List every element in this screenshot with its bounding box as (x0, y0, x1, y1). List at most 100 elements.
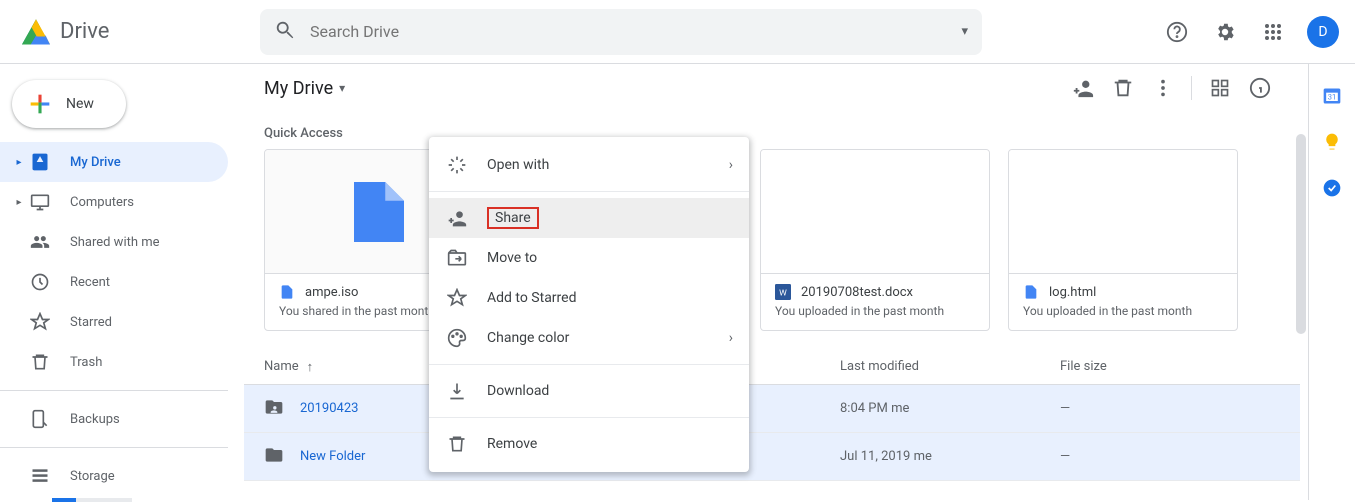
col-last-modified[interactable]: Last modified (840, 359, 1060, 374)
ctx-add-starred[interactable]: Add to Starred (429, 278, 749, 318)
more-options-icon[interactable] (1143, 68, 1183, 108)
separator (429, 364, 749, 365)
row-fs: — (1060, 449, 1280, 464)
qa-sub: You uploaded in the past month (1023, 304, 1223, 318)
delete-icon[interactable] (1103, 68, 1143, 108)
search-input[interactable] (310, 22, 961, 41)
storage-icon (28, 466, 52, 486)
header-actions: D (1127, 12, 1339, 52)
col-file-size[interactable]: File size (1060, 359, 1280, 374)
file-icon (279, 284, 295, 300)
sidebar-item-trash[interactable]: Trash (0, 342, 228, 382)
ctx-remove[interactable]: Remove (429, 424, 749, 464)
sidebar-item-backups[interactable]: Backups (0, 399, 228, 439)
shared-icon (28, 232, 52, 252)
qa-thumb (761, 150, 989, 274)
backups-icon (28, 409, 52, 429)
sidebar-item-shared[interactable]: Shared with me (0, 222, 228, 262)
header: Drive ▾ D (0, 0, 1355, 64)
expand-icon[interactable]: ▸ (10, 197, 28, 208)
ctx-download[interactable]: Download (429, 371, 749, 411)
qa-sub: You uploaded in the past month (775, 304, 975, 318)
sidebar-item-storage[interactable]: Storage (0, 456, 228, 496)
sidebar-item-starred[interactable]: Starred (0, 302, 228, 342)
nav-label: Trash (70, 355, 102, 370)
sidebar-item-computers[interactable]: ▸ Computers (0, 182, 228, 222)
nav-label: My Drive (70, 155, 121, 170)
expand-icon[interactable]: ▸ (10, 157, 28, 168)
nav-label: Shared with me (70, 235, 160, 250)
ctx-move-to[interactable]: Move to (429, 238, 749, 278)
right-addons-panel: 31 (1309, 64, 1355, 500)
chevron-right-icon: › (729, 157, 733, 173)
sidebar-item-my-drive[interactable]: ▸ My Drive (0, 142, 228, 182)
drive-logo-icon (16, 12, 56, 52)
row-fs: — (1060, 401, 1280, 416)
palette-icon (445, 328, 469, 348)
download-icon (445, 381, 469, 401)
ctx-label: Remove (487, 436, 537, 452)
context-menu: Open with › Share Move to Add to Starred… (429, 137, 749, 472)
search-bar[interactable]: ▾ (260, 9, 982, 55)
trash-icon (28, 352, 52, 372)
folder-name: My Drive (264, 78, 333, 99)
my-drive-icon (28, 152, 52, 172)
qa-card[interactable]: log.html You uploaded in the past month (1008, 149, 1238, 331)
search-dropdown-icon[interactable]: ▾ (961, 24, 968, 39)
sort-arrow-icon[interactable]: ↑ (307, 359, 314, 375)
star-icon (445, 288, 469, 308)
remove-trash-icon (445, 434, 469, 454)
ctx-label: Move to (487, 250, 537, 266)
quick-access-title: Quick Access (244, 112, 1300, 149)
nav-label: Storage (70, 469, 115, 484)
qa-thumb (1009, 150, 1237, 274)
ctx-open-with[interactable]: Open with › (429, 145, 749, 185)
row-lm: Jul 11, 2019 me (840, 449, 1060, 464)
computers-icon (28, 192, 52, 212)
qa-card[interactable]: W 20190708test.docx You uploaded in the p… (760, 149, 990, 331)
scrollbar[interactable] (1296, 64, 1308, 500)
folder-path[interactable]: My Drive ▾ (264, 78, 345, 99)
settings-gear-icon[interactable] (1205, 12, 1245, 52)
word-file-icon: W (775, 284, 791, 300)
row-name: New Folder (300, 449, 365, 464)
starred-icon (28, 312, 52, 332)
calendar-addon-icon[interactable]: 31 (1322, 86, 1342, 106)
content-area: My Drive ▾ Quick Access ampe.iso You (244, 64, 1309, 500)
sidebar: New ▸ My Drive ▸ Computers Shared with m… (0, 64, 244, 500)
qa-name: 20190708test.docx (801, 285, 913, 300)
chevron-right-icon: › (729, 330, 733, 346)
qa-name: log.html (1049, 285, 1096, 300)
keep-addon-icon[interactable] (1322, 132, 1342, 152)
col-name[interactable]: Name (264, 359, 299, 374)
new-button[interactable]: New (12, 80, 126, 128)
divider (0, 447, 228, 448)
info-icon[interactable] (1240, 68, 1280, 108)
list-row[interactable]: New Folder me Jul 11, 2019 me — (244, 433, 1300, 481)
share-person-icon[interactable] (1063, 68, 1103, 108)
divider (1191, 76, 1192, 100)
ctx-label: Add to Starred (487, 290, 576, 306)
list-row[interactable]: 20190423 me 8:04 PM me — (244, 385, 1300, 433)
logo-area[interactable]: Drive (16, 12, 260, 52)
tasks-addon-icon[interactable] (1322, 178, 1342, 198)
ctx-share[interactable]: Share (429, 198, 749, 238)
sidebar-item-recent[interactable]: Recent (0, 262, 228, 302)
file-icon (1023, 284, 1039, 300)
help-icon[interactable] (1157, 12, 1197, 52)
list-header: Name ↑ Last modified File size (244, 349, 1300, 385)
ctx-label: Share (487, 207, 539, 229)
apps-grid-icon[interactable] (1253, 12, 1293, 52)
search-icon (274, 19, 296, 45)
row-lm: 8:04 PM me (840, 401, 1060, 416)
toolbar-actions (1063, 68, 1280, 108)
recent-icon (28, 272, 52, 292)
svg-text:31: 31 (1328, 92, 1336, 101)
logo-text: Drive (60, 19, 109, 44)
share-person-icon (445, 208, 469, 228)
nav-label: Recent (70, 275, 110, 290)
user-avatar[interactable]: D (1307, 16, 1339, 48)
nav-label: Computers (70, 195, 134, 210)
view-grid-icon[interactable] (1200, 68, 1240, 108)
ctx-change-color[interactable]: Change color › (429, 318, 749, 358)
